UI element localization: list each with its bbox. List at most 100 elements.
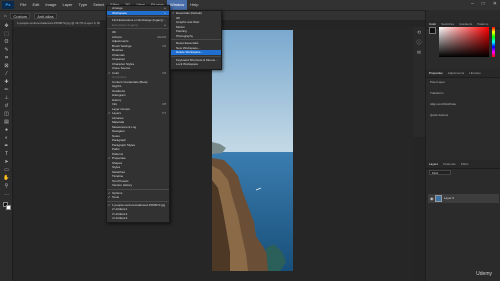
history-panel-icon[interactable]: ⟲: [416, 31, 422, 36]
tab-patterns[interactable]: Patterns: [477, 22, 488, 26]
visibility-eye-icon[interactable]: ◉: [430, 195, 434, 202]
dodge-tool-icon[interactable]: ◐: [3, 136, 10, 141]
home-icon[interactable]: ⌂: [4, 13, 6, 18]
window-menu-item-4-untitled-3[interactable]: 4 Untitled-3: [107, 216, 169, 221]
menu-item-label: Options: [112, 190, 123, 195]
menu-item-label: Version History: [112, 183, 133, 187]
options-field[interactable]: Anti-alias: [34, 12, 57, 19]
properties-transform[interactable]: Transform: [426, 89, 500, 97]
menu-type[interactable]: Type: [76, 0, 91, 10]
preset-dropdown[interactable]: Custom: [10, 12, 31, 19]
minimize-icon[interactable]: –: [471, 1, 474, 7]
menu-item-label: Swatches: [112, 169, 126, 174]
coastline-photo: [212, 30, 293, 271]
hue-slider[interactable]: [492, 27, 495, 57]
lasso-tool-icon[interactable]: ʘ: [3, 40, 10, 45]
frame-tool-icon[interactable]: ⊠: [3, 64, 10, 69]
menu-help[interactable]: Help: [187, 0, 201, 10]
menu-item-label: Extensions (legacy): [112, 22, 139, 27]
tab-adjustments[interactable]: Adjustments: [448, 71, 465, 75]
properties-quick-actions[interactable]: Quick Actions: [426, 111, 500, 119]
menu-item-label: Arrange: [112, 6, 123, 10]
properties-align[interactable]: Align and Distribute: [426, 100, 500, 108]
window-menu-item-version-history[interactable]: Version History: [107, 183, 169, 188]
layer-thumbnail: [435, 195, 442, 202]
layer-name[interactable]: Layer 0: [444, 196, 454, 200]
clone-stamp-icon[interactable]: ⊥: [3, 96, 10, 101]
layers-filter-dropdown[interactable]: Kind: [429, 170, 451, 175]
window-menu-item-tools[interactable]: ✓ Tools: [107, 195, 169, 200]
blur-tool-icon[interactable]: ●: [3, 128, 10, 133]
menu-image[interactable]: Image: [42, 0, 59, 10]
color-fg-swatch[interactable]: [429, 27, 436, 34]
menu-item-label: Character: [112, 57, 126, 61]
maximize-icon[interactable]: □: [482, 1, 485, 7]
document-image: [212, 30, 293, 271]
photoshop-logo: Ps: [2, 1, 14, 9]
comments-panel-icon[interactable]: ✉: [416, 51, 422, 56]
menu-file[interactable]: File: [17, 0, 29, 10]
background-color-swatch[interactable]: [6, 205, 11, 210]
menu-item-label: Paragraph: [112, 138, 127, 142]
pen-tool-icon[interactable]: ✒: [3, 144, 10, 149]
type-tool-icon[interactable]: T: [3, 152, 10, 157]
more-tools-icon[interactable]: …: [3, 192, 10, 197]
tab-paths[interactable]: Paths: [461, 162, 469, 166]
move-tool-icon[interactable]: ✥: [3, 24, 10, 29]
workspace-item-delete-workspace[interactable]: Delete Workspace...: [171, 50, 221, 55]
menu-item-label: Info: [112, 102, 118, 106]
eyedropper-icon[interactable]: ⁄: [3, 72, 10, 77]
menu-item-label: Adjustments: [112, 39, 129, 43]
workspace-item-photography[interactable]: Photography: [171, 34, 221, 39]
menu-item-label: Properties: [112, 156, 126, 160]
menu-item-label: Actions: [112, 34, 122, 39]
menu-bar: Ps FileEditImageLayerTypeSelectFilter3DV…: [0, 0, 500, 10]
healing-brush-icon[interactable]: ✚: [3, 80, 10, 85]
shape-tool-icon[interactable]: ▭: [3, 168, 10, 173]
tab-swatches[interactable]: Swatches: [441, 22, 454, 26]
quick-select-icon[interactable]: ✎: [3, 48, 10, 53]
udemy-watermark: Udemy: [476, 271, 492, 277]
menu-select[interactable]: Select: [90, 0, 107, 10]
workspace-item-lock-workspace[interactable]: Lock Workspace: [171, 62, 221, 67]
menu-item-label: Clone Source: [112, 66, 131, 70]
crop-tool-icon[interactable]: ⌗: [3, 56, 10, 61]
menu-item-label: History: [112, 97, 122, 102]
menu-layer[interactable]: Layer: [59, 0, 75, 10]
tab-layers[interactable]: Layers: [429, 162, 438, 166]
history-brush-icon[interactable]: ↺: [3, 104, 10, 109]
menu-edit[interactable]: Edit: [29, 0, 42, 10]
menu-item-label: Measurement Log: [112, 124, 137, 129]
tab-libraries[interactable]: Libraries: [469, 71, 481, 75]
brush-tool-icon[interactable]: ✏: [3, 88, 10, 93]
layer-row[interactable]: ◉ Layer 0: [428, 194, 499, 203]
menu-item-label: Patterns: [112, 151, 124, 156]
path-select-icon[interactable]: ➤: [3, 160, 10, 165]
gradient-tool-icon[interactable]: ▤: [3, 120, 10, 125]
marquee-tool-icon[interactable]: ⬚: [3, 32, 10, 37]
zoom-tool-icon[interactable]: ⚲: [3, 184, 10, 189]
checkmark-icon: ✓: [108, 195, 111, 199]
window-menu-item-extensions-legacy[interactable]: Extensions (legacy) ▸: [107, 23, 169, 28]
menu-item-label: Channels: [112, 52, 125, 57]
info-panel-icon[interactable]: ⓘ: [416, 41, 422, 46]
tab-properties[interactable]: Properties: [429, 71, 443, 75]
menu-item-label: New Workspace...: [176, 45, 201, 50]
window-menu-item-workspace[interactable]: Workspace ▸: [107, 10, 169, 15]
menu-item-label: Graphic and Web: [176, 20, 200, 24]
eraser-icon[interactable]: ◫: [3, 112, 10, 117]
document-tab[interactable]: 1-people-venture-balanced-1560672.jpg @ …: [14, 20, 100, 27]
menu-item-label: Reset Essentials: [176, 41, 199, 45]
tab-channels[interactable]: Channels: [443, 162, 456, 166]
close-icon[interactable]: ✕: [493, 1, 497, 7]
tab-color[interactable]: Color: [429, 22, 436, 26]
window-controls: – □ ✕: [471, 1, 497, 7]
menu-item-label: Paths: [112, 147, 120, 151]
menu-window[interactable]: Window: [167, 0, 188, 10]
color-picker-field[interactable]: [439, 27, 489, 57]
menu-item-label: 4 Untitled-3: [112, 216, 128, 220]
menu-item-label: Find Extensions on Exchange (legacy)...: [112, 18, 166, 22]
hand-tool-icon[interactable]: ✋: [3, 176, 10, 181]
menu-item-label: Tool Presets: [112, 178, 129, 183]
tab-gradients[interactable]: Gradients: [459, 22, 472, 26]
